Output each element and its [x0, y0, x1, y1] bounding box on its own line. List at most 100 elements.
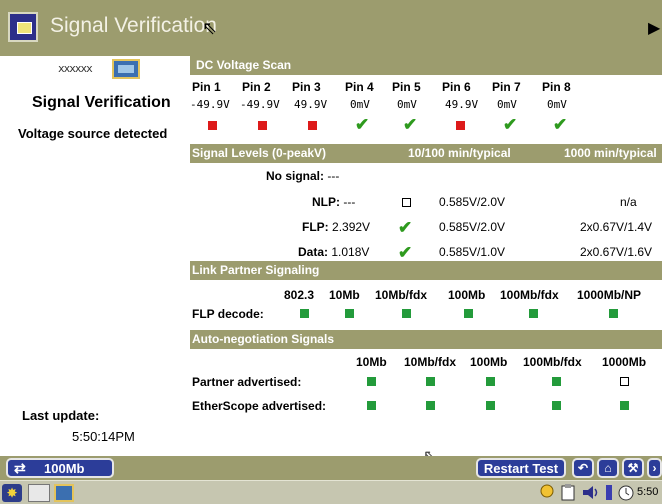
no-signal-label: No signal: ---: [266, 169, 340, 183]
more-icon: ›: [652, 461, 657, 475]
taskbar: ✸ 5:50: [0, 480, 662, 504]
green-square-icon: [529, 309, 538, 318]
column-header: 10Mb/fdx: [375, 288, 428, 302]
clipboard-icon[interactable]: [560, 484, 576, 501]
wrench-icon: ⚒: [627, 461, 639, 475]
swap-arrows-icon: ⇄: [14, 460, 26, 476]
clock-time: 5:50: [637, 486, 659, 498]
fail-square-icon: [205, 118, 219, 132]
app-icon[interactable]: [8, 12, 38, 42]
pin-voltage: 0mV: [497, 98, 517, 111]
search-icon[interactable]: [540, 484, 556, 501]
etherscope-app-icon[interactable]: [54, 484, 74, 502]
last-update-label: Last update:: [22, 408, 100, 423]
nlp-range-1000: n/a: [620, 195, 637, 209]
green-square-icon: [486, 377, 495, 386]
tools-button[interactable]: ⚒: [622, 458, 644, 478]
green-square-icon: [486, 401, 495, 410]
checkmark-icon: ✔: [503, 115, 518, 134]
mouse-pointer-icon: ⇖: [202, 18, 218, 38]
start-menu-icon[interactable]: ✸: [2, 484, 22, 502]
data-range-1000: 2x0.67V/1.6V: [580, 245, 653, 259]
column-header: 802.3: [284, 288, 315, 302]
link-partner-header: Link Partner Signaling: [190, 261, 662, 280]
signal-levels-title: Signal Levels (0-peakV): [192, 146, 327, 160]
home-button[interactable]: ⌂: [597, 458, 619, 478]
green-square-icon: [402, 309, 411, 318]
status-message: Voltage source detected: [18, 126, 168, 141]
green-square-icon: [426, 377, 435, 386]
clock-icon: [617, 484, 635, 501]
empty-square-icon: [620, 377, 629, 386]
last-update-time: 5:50:14PM: [72, 429, 135, 444]
green-square-icon: [300, 309, 309, 318]
col-1000-header: 1000 min/typical: [564, 146, 657, 160]
pin-label: Pin 1: [192, 80, 221, 94]
pin-label: Pin 6: [442, 80, 471, 94]
pin-label: Pin 8: [542, 80, 571, 94]
pin-voltage: -49.9V: [190, 98, 230, 111]
back-button[interactable]: ↶: [572, 458, 594, 478]
mouse-pointer-icon: ▶: [648, 20, 661, 37]
pin-voltage: 49.9V: [445, 98, 479, 111]
checkmark-icon: ✔: [403, 115, 418, 134]
column-header: 1000Mb/NP: [577, 288, 642, 302]
checkmark-icon: ✔: [398, 218, 413, 237]
pin-label: Pin 3: [292, 80, 321, 94]
checkmark-icon: ✔: [355, 115, 370, 134]
link-speed-label: 100Mb: [44, 461, 85, 476]
sidebar: xxxxxx Signal Verification Voltage sourc…: [0, 56, 190, 456]
home-icon: ⌂: [604, 461, 612, 475]
column-header: 1000Mb: [602, 355, 647, 369]
green-square-icon: [552, 377, 561, 386]
green-square-icon: [609, 309, 618, 318]
window-title: Signal Verification: [50, 14, 217, 37]
column-header: 100Mb: [448, 288, 486, 302]
green-square-icon: [367, 377, 376, 386]
column-header: 10Mb/fdx: [404, 355, 457, 369]
column-header: 10Mb: [356, 355, 387, 369]
checkmark-icon: ✔: [398, 243, 413, 262]
main-panel: DC Voltage Scan Pin 1 Pin 2 Pin 3 Pin 4 …: [190, 56, 662, 456]
cable-icon: xxxxxx: [58, 62, 93, 75]
partner-advertised-label: Partner advertised:: [192, 375, 302, 389]
link-partner-title: Link Partner Signaling: [192, 263, 320, 277]
link-speed-button[interactable]: ⇄ 100Mb: [6, 458, 114, 478]
fail-square-icon: [305, 118, 319, 132]
data-label: Data: 1.018V: [298, 245, 370, 259]
bottom-toolbar: ⇄ 100Mb Restart Test ↶ ⌂ ⚒ ›: [0, 456, 662, 480]
pin-voltage: 0mV: [547, 98, 567, 111]
green-square-icon: [367, 401, 376, 410]
column-header: 100Mb/fdx: [523, 355, 582, 369]
green-square-icon: [464, 309, 473, 318]
restart-test-button[interactable]: Restart Test: [476, 458, 566, 478]
empty-square-icon: [400, 196, 412, 208]
column-header: 10Mb: [329, 288, 360, 302]
flp-range-1000: 2x0.67V/1.4V: [580, 220, 653, 234]
green-square-icon: [620, 401, 629, 410]
back-arrow-icon: ↶: [577, 461, 589, 475]
more-button[interactable]: ›: [647, 458, 662, 478]
keyboard-icon[interactable]: [28, 484, 50, 502]
signal-levels-header: Signal Levels (0-peakV) 10/100 min/typic…: [190, 144, 662, 163]
fail-square-icon: [255, 118, 269, 132]
pin-label: Pin 4: [345, 80, 374, 94]
nlp-label: NLP: ---: [312, 195, 356, 209]
etherscope-thumbnail-icon: [112, 59, 140, 79]
autoneg-header: Auto-negotiation Signals: [190, 330, 662, 349]
flp-range-10-100: 0.585V/2.0V: [439, 220, 506, 234]
dc-voltage-title: DC Voltage Scan: [196, 58, 292, 72]
col-10-100-header: 10/100 min/typical: [408, 146, 511, 160]
pin-voltage: 0mV: [350, 98, 370, 111]
checkmark-icon: ✔: [553, 115, 568, 134]
etherscope-advertised-label: EtherScope advertised:: [192, 399, 327, 413]
pin-label: Pin 2: [242, 80, 271, 94]
fail-square-icon: [453, 118, 467, 132]
pin-voltage: 0mV: [397, 98, 417, 111]
flp-decode-label: FLP decode:: [192, 307, 264, 321]
speaker-icon[interactable]: [582, 484, 598, 501]
title-bar: Signal Verification ⇖ ▶: [0, 0, 662, 56]
pin-voltage: 49.9V: [294, 98, 328, 111]
pin-label: Pin 7: [492, 80, 521, 94]
sidebar-title: Signal Verification: [32, 94, 171, 111]
